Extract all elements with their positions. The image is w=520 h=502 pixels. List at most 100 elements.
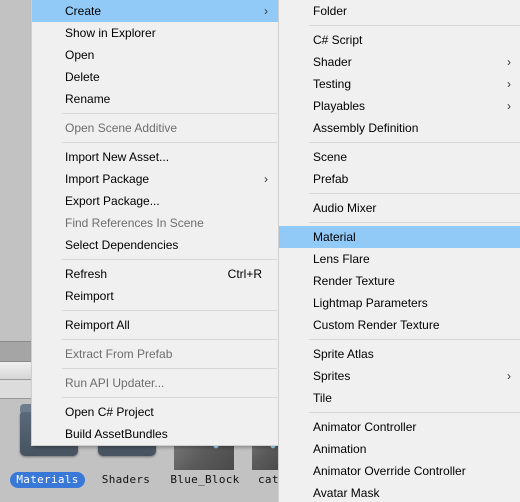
menu-separator: [279, 219, 520, 226]
menu-item-testing[interactable]: Testing ›: [279, 73, 520, 95]
menu-item-label: Render Texture: [313, 274, 395, 288]
menu-item-label: Open Scene Additive: [65, 121, 178, 135]
menu-item-label: Show in Explorer: [65, 26, 156, 40]
menu-item-lightmap-parameters[interactable]: Lightmap Parameters: [279, 292, 520, 314]
menu-item-label: Create: [65, 4, 102, 18]
menu-item-label: Sprites: [313, 369, 351, 383]
panel-search-bar: [0, 362, 32, 379]
menu-item-label: Scene: [313, 150, 348, 164]
menu-item-sprite-atlas[interactable]: Sprite Atlas: [279, 343, 520, 365]
menu-item-label: Delete: [65, 70, 100, 84]
menu-item-label: Find References In Scene: [65, 216, 204, 230]
context-menu: Create › Show in Explorer Open Delete Rename O…: [31, 0, 279, 446]
menu-item-material[interactable]: Material: [279, 226, 520, 248]
menu-item-label: Audio Mixer: [313, 201, 377, 215]
menu-item-label: Build AssetBundles: [65, 427, 168, 441]
menu-separator: [32, 139, 278, 146]
menu-item-label: Extract From Prefab: [65, 347, 173, 361]
menu-item-refresh[interactable]: Refresh Ctrl+R: [32, 263, 278, 285]
menu-item-reimport[interactable]: Reimport: [32, 285, 278, 307]
menu-item-audio-mixer[interactable]: Audio Mixer: [279, 197, 520, 219]
menu-item-extract-from-prefab: Extract From Prefab: [32, 343, 278, 365]
menu-item-label: Animation: [313, 442, 367, 456]
menu-item-assembly-definition[interactable]: Assembly Definition: [279, 117, 520, 139]
menu-item-label: Animator Override Controller: [313, 464, 466, 478]
menu-item-label: Sprite Atlas: [313, 347, 374, 361]
menu-item-create[interactable]: Create ›: [32, 0, 278, 22]
menu-item-label: Export Package...: [65, 194, 160, 208]
create-submenu: Folder C# Script Shader › Testing › Playables ›…: [278, 0, 520, 502]
menu-separator: [279, 336, 520, 343]
menu-item-build-assetbundles[interactable]: Build AssetBundles: [32, 423, 278, 445]
menu-item-label: Material: [313, 230, 356, 244]
menu-separator: [279, 139, 520, 146]
menu-item-delete[interactable]: Delete: [32, 66, 278, 88]
menu-separator: [32, 336, 278, 343]
menu-item-reimport-all[interactable]: Reimport All: [32, 314, 278, 336]
menu-item-tile[interactable]: Tile: [279, 387, 520, 409]
menu-item-label: Animator Controller: [313, 420, 417, 434]
menu-item-animation[interactable]: Animation: [279, 438, 520, 460]
menu-item-shortcut: Ctrl+R: [227, 267, 262, 281]
menu-separator: [279, 22, 520, 29]
chevron-right-icon: ›: [264, 4, 268, 18]
menu-item-c-script[interactable]: C# Script: [279, 29, 520, 51]
menu-separator: [32, 394, 278, 401]
menu-item-shader[interactable]: Shader ›: [279, 51, 520, 73]
menu-separator: [279, 409, 520, 416]
menu-item-label: Folder: [313, 4, 348, 18]
menu-item-label: Import New Asset...: [65, 150, 170, 164]
menu-item-avatar-mask[interactable]: Avatar Mask: [279, 482, 520, 502]
menu-separator: [32, 365, 278, 372]
panel-toolbar: [0, 341, 32, 362]
menu-item-import-new-asset[interactable]: Import New Asset...: [32, 146, 278, 168]
menu-item-label: Testing: [313, 77, 352, 91]
menu-item-scene[interactable]: Scene: [279, 146, 520, 168]
menu-item-animator-controller[interactable]: Animator Controller: [279, 416, 520, 438]
menu-item-label: Import Package: [65, 172, 150, 186]
menu-item-playables[interactable]: Playables ›: [279, 95, 520, 117]
menu-separator: [32, 256, 278, 263]
menu-item-import-package[interactable]: Import Package ›: [32, 168, 278, 190]
chevron-right-icon: ›: [507, 77, 511, 91]
menu-item-select-dependencies[interactable]: Select Dependencies: [32, 234, 278, 256]
menu-item-label: Avatar Mask: [313, 486, 380, 500]
menu-separator: [279, 190, 520, 197]
menu-item-label: Playables: [313, 99, 366, 113]
menu-item-label: Custom Render Texture: [313, 318, 440, 332]
menu-item-custom-render-texture[interactable]: Custom Render Texture: [279, 314, 520, 336]
menu-item-animator-override-controller[interactable]: Animator Override Controller: [279, 460, 520, 482]
menu-item-find-references-in-scene: Find References In Scene: [32, 212, 278, 234]
asset-label-shaders[interactable]: Shaders: [88, 472, 164, 488]
menu-item-sprites[interactable]: Sprites ›: [279, 365, 520, 387]
menu-item-open[interactable]: Open: [32, 44, 278, 66]
chevron-right-icon: ›: [507, 369, 511, 383]
asset-label-blue-block[interactable]: Blue_Block: [166, 472, 244, 488]
menu-item-label: Prefab: [313, 172, 349, 186]
menu-item-label: Reimport: [65, 289, 114, 303]
menu-item-label: Lens Flare: [313, 252, 370, 266]
menu-item-render-texture[interactable]: Render Texture: [279, 270, 520, 292]
menu-item-label: C# Script: [313, 33, 363, 47]
menu-item-export-package[interactable]: Export Package...: [32, 190, 278, 212]
menu-item-open-scene-additive: Open Scene Additive: [32, 117, 278, 139]
menu-item-prefab[interactable]: Prefab: [279, 168, 520, 190]
chevron-right-icon: ›: [507, 55, 511, 69]
menu-item-lens-flare[interactable]: Lens Flare: [279, 248, 520, 270]
menu-separator: [32, 307, 278, 314]
menu-item-folder[interactable]: Folder: [279, 0, 520, 22]
menu-item-show-in-explorer[interactable]: Show in Explorer: [32, 22, 278, 44]
menu-item-label: Refresh: [65, 267, 108, 281]
menu-item-label: Select Dependencies: [65, 238, 179, 252]
menu-item-rename[interactable]: Rename: [32, 88, 278, 110]
menu-item-label: Rename: [65, 92, 111, 106]
menu-item-label: Tile: [313, 391, 332, 405]
menu-item-open-c-project[interactable]: Open C# Project: [32, 401, 278, 423]
asset-label-materials[interactable]: Materials: [10, 472, 85, 488]
menu-item-label: Run API Updater...: [65, 376, 165, 390]
menu-item-label: Lightmap Parameters: [313, 296, 428, 310]
menu-item-label: Shader: [313, 55, 352, 69]
menu-item-label: Reimport All: [65, 318, 130, 332]
menu-item-run-api-updater: Run API Updater...: [32, 372, 278, 394]
chevron-right-icon: ›: [264, 172, 268, 186]
